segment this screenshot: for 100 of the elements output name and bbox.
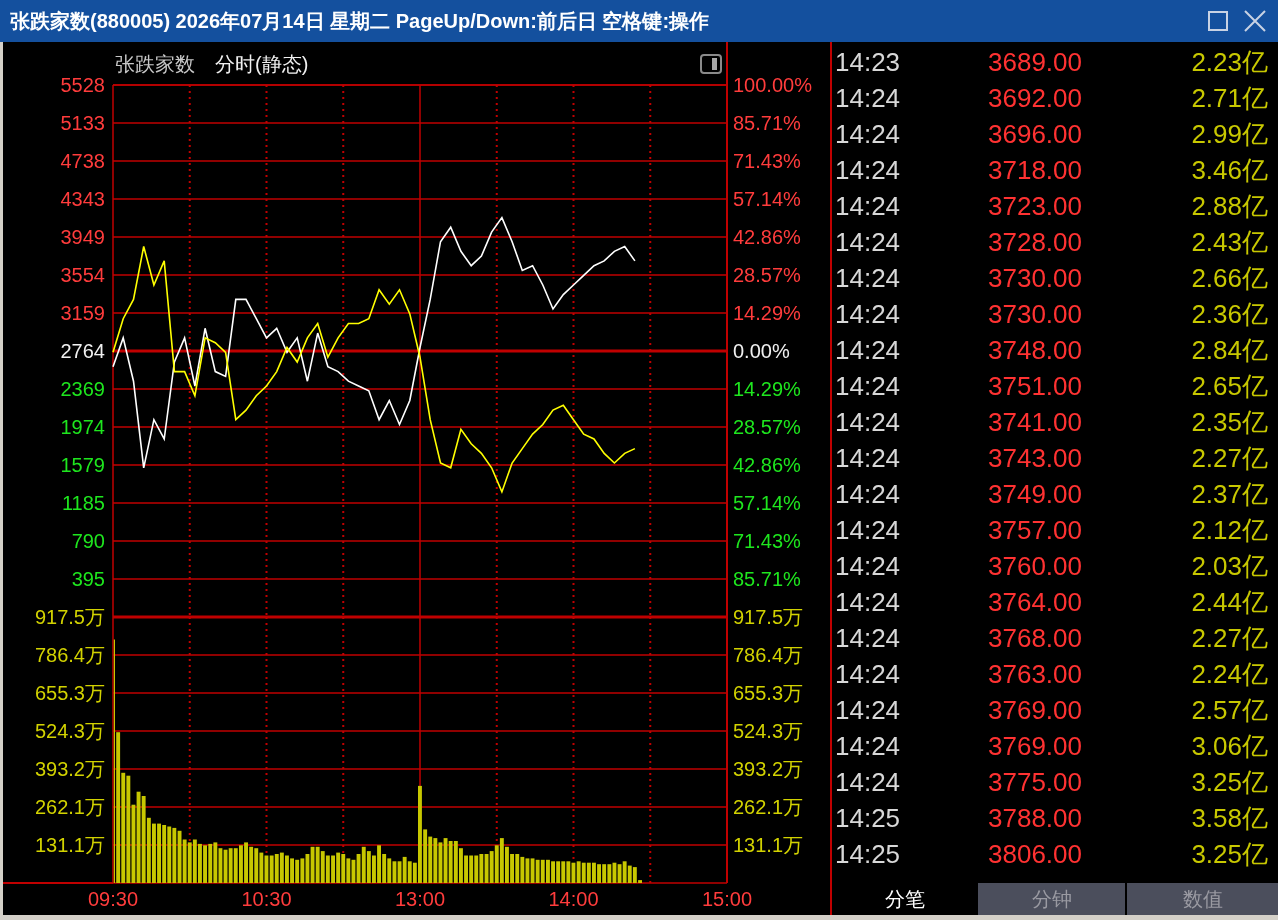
trade-amount: 3.46亿 xyxy=(1191,155,1268,185)
trade-amount: 2.99亿 xyxy=(1191,119,1268,149)
trade-time: 14:25 xyxy=(835,803,901,833)
trade-amount: 2.66亿 xyxy=(1191,263,1268,293)
y-axis-label: 3554 xyxy=(60,263,105,286)
trade-time: 14:24 xyxy=(835,443,901,473)
x-axis-label: 14:00 xyxy=(548,888,599,910)
tab[interactable]: 数值 xyxy=(1127,883,1278,915)
trade-amount: 3.58亿 xyxy=(1191,803,1268,833)
y2-axis-label: 655.3万 xyxy=(733,682,804,704)
y-axis-label: 4738 xyxy=(60,150,105,172)
trade-price: 3692.00 xyxy=(988,83,1082,113)
trade-amount: 2.37亿 xyxy=(1191,479,1268,509)
y2-axis-label: 28.57% xyxy=(733,264,801,286)
trade-price: 3769.00 xyxy=(988,731,1082,761)
y2-axis-label: 14.29% xyxy=(733,302,801,324)
trade-amount: 2.65亿 xyxy=(1191,371,1268,401)
panel-toggle-icon[interactable] xyxy=(700,53,722,74)
trade-time: 14:24 xyxy=(835,479,901,509)
trade-price: 3689.00 xyxy=(988,47,1082,77)
trade-price: 3788.00 xyxy=(988,803,1082,833)
maximize-icon[interactable] xyxy=(1208,11,1228,31)
trade-amount: 2.84亿 xyxy=(1191,335,1268,365)
trade-price: 3730.00 xyxy=(988,263,1082,293)
trade-price: 3757.00 xyxy=(988,515,1082,545)
trade-amount: 2.35亿 xyxy=(1191,407,1268,437)
y-axis-label: 1579 xyxy=(60,454,105,477)
y2-axis-label: 57.14% xyxy=(733,492,801,514)
trade-time: 14:24 xyxy=(835,731,901,761)
y2-axis-label: 786.4万 xyxy=(733,644,804,666)
chart-subtitle: 分时(静态) xyxy=(215,51,309,76)
trade-time: 14:24 xyxy=(835,335,901,365)
trade-price: 3723.00 xyxy=(988,191,1082,221)
trade-amount: 3.25亿 xyxy=(1191,767,1268,797)
x-axis-label: 13:00 xyxy=(394,888,446,910)
trade-price: 3769.00 xyxy=(988,695,1082,725)
trade-time: 14:24 xyxy=(835,551,901,581)
y2-axis-label: 131.1万 xyxy=(733,834,804,856)
trade-amount: 2.71亿 xyxy=(1191,83,1268,113)
trade-price: 3743.00 xyxy=(988,443,1082,473)
y2-axis-label: 71.43% xyxy=(733,530,801,552)
trade-time: 14:24 xyxy=(835,767,901,797)
trade-price: 3718.00 xyxy=(988,155,1082,185)
trade-amount: 2.27亿 xyxy=(1191,623,1268,653)
trade-price: 3763.00 xyxy=(988,659,1082,689)
y2-axis-label: 71.43% xyxy=(733,150,801,172)
trade-amount: 3.25亿 xyxy=(1191,839,1268,869)
y2-axis-label: 57.14% xyxy=(733,188,801,210)
trade-amount: 2.43亿 xyxy=(1191,227,1268,257)
y2-axis-label: 42.86% xyxy=(733,226,801,248)
trade-amount: 2.88亿 xyxy=(1191,191,1268,221)
y-axis-label: 262.1万 xyxy=(34,796,105,818)
y-axis-label: 4343 xyxy=(60,188,105,211)
trade-time: 14:24 xyxy=(835,155,901,185)
trade-price: 3728.00 xyxy=(988,227,1082,257)
y2-axis-label: 917.5万 xyxy=(733,606,804,628)
y-axis-label: 524.3万 xyxy=(34,720,105,742)
y-axis-label: 1185 xyxy=(62,491,105,514)
y-axis-label: 5133 xyxy=(60,112,105,134)
trade-price: 3749.00 xyxy=(988,479,1082,509)
trade-amount: 2.36亿 xyxy=(1191,299,1268,329)
trade-price: 3751.00 xyxy=(988,371,1082,401)
y-axis-label: 790 xyxy=(71,529,105,552)
trade-price: 3741.00 xyxy=(988,407,1082,437)
trade-price: 3768.00 xyxy=(988,623,1082,653)
y2-axis-label: 524.3万 xyxy=(733,720,804,742)
trade-time: 14:24 xyxy=(835,83,901,113)
trade-time: 14:24 xyxy=(835,263,901,293)
trade-price: 3764.00 xyxy=(988,587,1082,617)
y-axis-label: 5528 xyxy=(60,74,105,96)
trade-price: 3806.00 xyxy=(988,839,1082,869)
chart-title: 张跌家数 xyxy=(115,51,195,76)
trade-amount: 2.57亿 xyxy=(1191,695,1268,725)
trade-price: 3748.00 xyxy=(988,335,1082,365)
trade-time: 14:24 xyxy=(835,587,901,617)
window-title: 张跌家数(880005) 2026年07月14日 星期二 PageUp/Down:前后日 空格键:操作 xyxy=(10,9,710,34)
y2-axis-label: 0.00% xyxy=(733,340,790,362)
x-axis-label: 10:30 xyxy=(241,888,292,910)
y-axis-label: 917.5万 xyxy=(34,606,105,628)
y-axis-label: 393.2万 xyxy=(34,758,105,780)
y-axis-label: 2764 xyxy=(60,340,105,362)
y-axis-label: 655.3万 xyxy=(34,682,105,704)
trade-price: 3730.00 xyxy=(988,299,1082,329)
trade-time: 14:24 xyxy=(835,119,901,149)
close-icon[interactable] xyxy=(1244,10,1266,32)
trade-amount: 2.24亿 xyxy=(1191,659,1268,689)
trade-amount: 2.27亿 xyxy=(1191,443,1268,473)
y2-axis-label: 393.2万 xyxy=(733,758,804,780)
trade-price: 3775.00 xyxy=(988,767,1082,797)
y-axis-label: 1974 xyxy=(60,416,105,438)
trade-time: 14:24 xyxy=(835,191,901,221)
y2-axis-label: 262.1万 xyxy=(733,796,804,818)
trade-amount: 2.23亿 xyxy=(1191,47,1268,77)
y-axis-label: 395 xyxy=(71,568,105,590)
trade-time: 14:24 xyxy=(835,371,901,401)
trade-time: 14:24 xyxy=(835,623,901,653)
y2-axis-label: 85.71% xyxy=(733,568,801,590)
trade-amount: 2.44亿 xyxy=(1191,587,1268,617)
tab[interactable]: 分钟 xyxy=(978,883,1125,915)
trade-time: 14:23 xyxy=(835,47,901,77)
